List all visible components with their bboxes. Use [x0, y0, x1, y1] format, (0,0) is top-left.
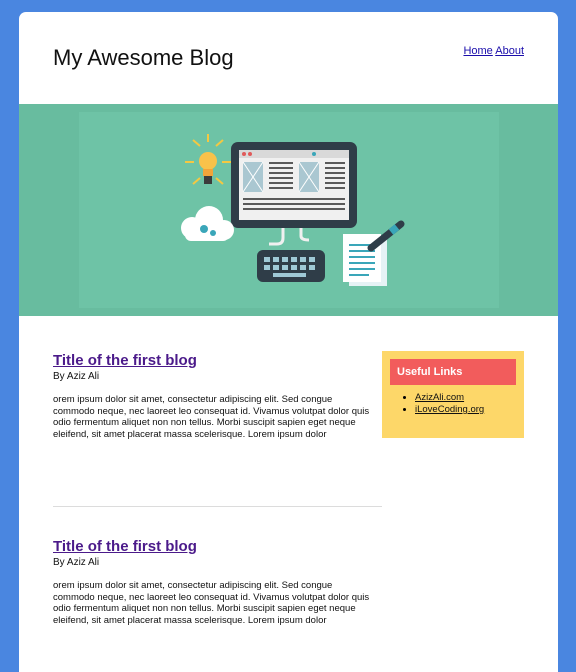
- blog-post: Title of the first blog By Aziz Ali orem…: [53, 352, 382, 440]
- post-body: orem ipsum dolor sit amet, consectetur a…: [53, 580, 370, 626]
- sidebar-link-azizali[interactable]: AzizAli.com: [415, 392, 464, 403]
- nav-link-about[interactable]: About: [495, 45, 524, 57]
- post-author: By Aziz Ali: [53, 371, 100, 382]
- list-item: iLoveCoding.org: [415, 404, 484, 416]
- post-body: orem ipsum dolor sit amet, consectetur a…: [53, 394, 370, 440]
- sidebar-title: Useful Links: [390, 359, 516, 385]
- site-title: My Awesome Blog: [53, 45, 234, 70]
- page-container: My Awesome Blog Home About Title of the …: [19, 12, 558, 672]
- sidebar-link-list: AzizAli.com iLoveCoding.org: [402, 392, 484, 416]
- list-item: AzizAli.com: [415, 392, 484, 404]
- computer-workspace-illustration: [79, 112, 499, 308]
- posts-column: Title of the first blog By Aziz Ali orem…: [53, 352, 382, 626]
- main-nav: Home About: [463, 45, 524, 57]
- site-header: My Awesome Blog Home About: [19, 12, 558, 104]
- post-title-link[interactable]: Title of the first blog: [53, 538, 197, 556]
- post-divider: [53, 506, 382, 507]
- sidebar-link-ilovecoding[interactable]: iLoveCoding.org: [415, 404, 484, 415]
- post-author: By Aziz Ali: [53, 557, 100, 568]
- blog-post: Title of the first blog By Aziz Ali orem…: [53, 538, 371, 626]
- useful-links-sidebar: Useful Links AzizAli.com iLoveCoding.org: [382, 351, 524, 438]
- nav-link-home[interactable]: Home: [463, 45, 492, 57]
- hero-banner: [19, 104, 558, 316]
- post-title-link[interactable]: Title of the first blog: [53, 352, 197, 370]
